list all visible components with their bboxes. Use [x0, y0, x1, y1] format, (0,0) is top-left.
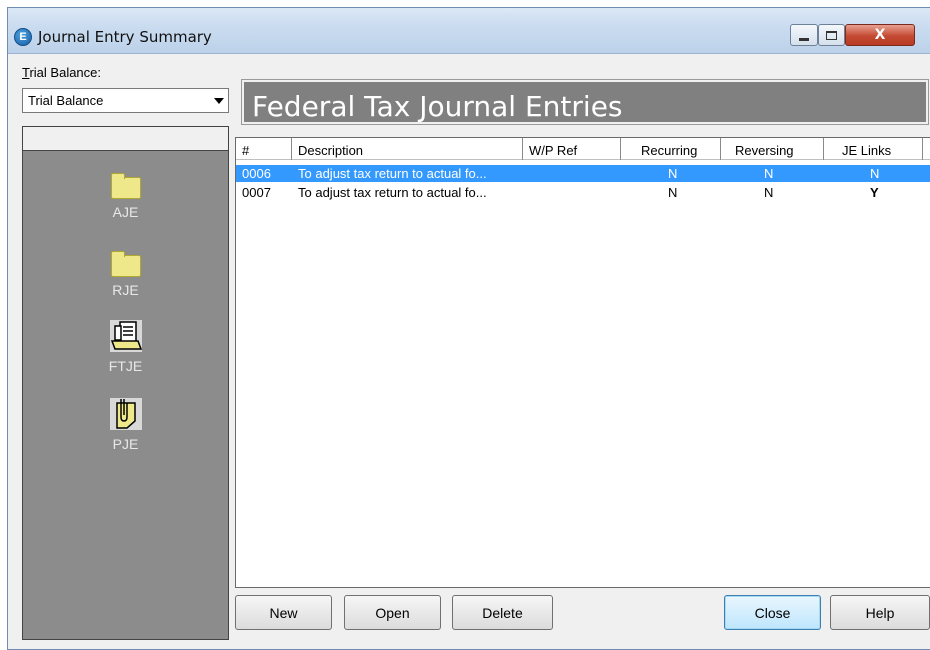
cell-num: 0006 — [242, 166, 271, 181]
nav-item-rje[interactable]: RJE — [23, 243, 228, 298]
cell-num: 0007 — [242, 185, 271, 200]
table-row[interactable]: 0006 To adjust tax return to actual fo..… — [236, 165, 930, 182]
journal-type-panel: AJE RJE FTJE PJE — [22, 126, 229, 640]
table-row[interactable]: 0007 To adjust tax return to actual fo..… — [236, 184, 930, 201]
new-button[interactable]: New — [235, 595, 332, 630]
maximize-icon — [826, 30, 837, 40]
folder-icon — [110, 173, 141, 199]
minimize-icon — [799, 37, 809, 41]
journal-entries-table[interactable]: # Description W/P Ref Recurring Reversin… — [235, 137, 930, 588]
cell-recurring: N — [668, 166, 678, 181]
nav-item-label: AJE — [112, 204, 139, 220]
chevron-down-icon[interactable] — [214, 98, 224, 104]
cell-recurring: N — [668, 185, 678, 200]
table-header: # Description W/P Ref Recurring Reversin… — [236, 138, 930, 160]
column-header-reversing[interactable]: Reversing — [721, 138, 824, 160]
nav-item-label: RJE — [112, 282, 139, 298]
open-button[interactable]: Open — [344, 595, 441, 630]
nav-item-ftje[interactable]: FTJE — [23, 319, 228, 374]
trial-balance-label: Trial Balance: — [22, 65, 101, 80]
column-header-num[interactable]: # — [236, 138, 292, 160]
folder-icon — [110, 251, 141, 277]
column-header-wp-ref[interactable]: W/P Ref — [523, 138, 621, 160]
nav-item-aje[interactable]: AJE — [23, 165, 228, 220]
column-header-recurring[interactable]: Recurring — [621, 138, 721, 160]
nav-item-pje[interactable]: PJE — [23, 397, 228, 452]
close-button[interactable]: Close — [724, 595, 821, 630]
binder-clip-icon — [109, 398, 142, 430]
delete-button[interactable]: Delete — [452, 595, 553, 630]
close-icon: X — [874, 27, 886, 43]
help-button[interactable]: Help — [830, 595, 930, 630]
cell-je-links: Y — [870, 185, 879, 200]
column-header-description[interactable]: Description — [292, 138, 523, 160]
close-window-button[interactable]: X — [845, 24, 915, 46]
nav-item-label: FTJE — [108, 358, 143, 374]
column-header-je-links[interactable]: JE Links — [824, 138, 923, 160]
open-folder-document-icon — [109, 320, 142, 352]
journal-type-panel-header — [23, 127, 228, 151]
cell-reversing: N — [764, 185, 774, 200]
window-title: Journal Entry Summary — [38, 28, 212, 46]
maximize-button[interactable] — [818, 24, 845, 46]
cell-description: To adjust tax return to actual fo... — [298, 185, 487, 200]
cell-je-links: N — [870, 166, 880, 181]
trial-balance-select-value: Trial Balance — [28, 93, 104, 108]
trial-balance-label-text: rial Balance: — [29, 65, 102, 80]
title-bar[interactable]: E Journal Entry Summary X — [8, 8, 930, 54]
nav-item-label: PJE — [112, 436, 139, 452]
cell-description: To adjust tax return to actual fo... — [298, 166, 487, 181]
trial-balance-select[interactable]: Trial Balance — [22, 88, 229, 113]
minimize-button[interactable] — [790, 24, 818, 46]
cell-reversing: N — [764, 166, 774, 181]
page-title: Federal Tax Journal Entries — [241, 79, 929, 125]
app-icon[interactable]: E — [14, 28, 32, 46]
